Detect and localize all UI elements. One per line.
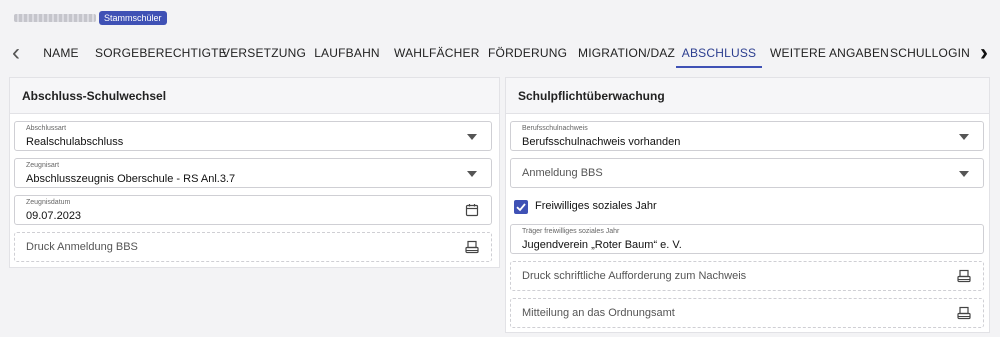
field-label: Berufsschulnachweis [522, 125, 588, 132]
druck-anmeldung-bbs-button[interactable]: Druck Anmeldung BBS [14, 232, 492, 262]
schulpflicht-card: Schulpflichtüberwachung Berufsschulnachw… [505, 77, 990, 333]
tab-abschluss[interactable]: ABSCHLUSS [676, 38, 762, 68]
tab-bar: ‹ NAME SORGEBERECHTIGTE VERSETZUNG LAUFB… [0, 38, 1000, 70]
button-label: Druck Anmeldung BBS [26, 241, 138, 253]
druck-aufforderung-button[interactable]: Druck schriftliche Aufforderung zum Nach… [510, 261, 984, 291]
dropdown-caret-icon[interactable] [959, 134, 969, 140]
fsj-checkbox-label: Freiwilliges soziales Jahr [535, 200, 657, 212]
student-name-redacted [14, 14, 96, 22]
traeger-fsj-input[interactable]: Träger freiwilliges soziales Jahr Jugend… [510, 224, 984, 254]
status-badge: Stammschüler [99, 11, 167, 25]
anmeldung-bbs-select[interactable]: Anmeldung BBS [510, 158, 984, 188]
field-value: Jugendverein „Roter Baum“ e. V. [522, 239, 682, 251]
zeugnisart-select[interactable]: Zeugnisart Abschlusszeugnis Oberschule -… [14, 158, 492, 188]
field-label: Zeugnisdatum [26, 199, 71, 206]
dropdown-caret-icon[interactable] [959, 171, 969, 177]
fsj-checkbox-row[interactable]: Freiwilliges soziales Jahr [514, 199, 814, 217]
abschlussart-select[interactable]: Abschlussart Realschulabschluss [14, 121, 492, 151]
printer-icon [465, 240, 479, 254]
field-value: Abschlusszeugnis Oberschule - RS Anl.3.7 [26, 173, 236, 185]
card-title: Abschluss-Schulwechsel [10, 78, 499, 114]
field-value: 09.07.2023 [26, 210, 82, 222]
student-header: Stammschüler [0, 0, 1000, 38]
zeugnisdatum-input[interactable]: Zeugnisdatum 09.07.2023 [14, 195, 492, 225]
calendar-icon[interactable] [465, 203, 479, 217]
mitteilung-ordnungsamt-button[interactable]: Mitteilung an das Ordnungsamt [510, 298, 984, 328]
card-title: Schulpflichtüberwachung [506, 78, 989, 114]
button-label: Druck schriftliche Aufforderung zum Nach… [522, 270, 747, 282]
chevron-right-icon[interactable]: › [972, 41, 996, 67]
chevron-left-icon[interactable]: ‹ [4, 41, 28, 67]
printer-icon [957, 306, 971, 320]
field-placeholder: Anmeldung BBS [522, 167, 603, 179]
field-label: Abschlussart [26, 125, 67, 132]
tab-wahlfaecher[interactable]: WAHLFÄCHER [394, 38, 479, 68]
field-label: Zeugnisart [26, 162, 60, 169]
berufsschulnachweis-select[interactable]: Berufsschulnachweis Berufsschulnachweis … [510, 121, 984, 151]
field-label: Träger freiwilliges soziales Jahr [522, 228, 620, 235]
tab-migration-daz[interactable]: MIGRATION/DAZ [578, 38, 675, 68]
abschluss-card: Abschluss-Schulwechsel Abschlussart Real… [9, 77, 500, 268]
tab-sorgeberechtigte[interactable]: SORGEBERECHTIGTE [95, 38, 227, 68]
fsj-checkbox[interactable] [514, 200, 528, 214]
button-label: Mitteilung an das Ordnungsamt [522, 307, 675, 319]
tab-weitere-angaben[interactable]: WEITERE ANGABEN [770, 38, 889, 68]
tab-foerderung[interactable]: FÖRDERUNG [488, 38, 567, 68]
dropdown-caret-icon[interactable] [467, 171, 477, 177]
tab-laufbahn[interactable]: LAUFBAHN [314, 38, 380, 68]
field-value: Berufsschulnachweis vorhanden [522, 136, 681, 148]
printer-icon [957, 269, 971, 283]
field-value: Realschulabschluss [26, 136, 124, 148]
tab-name[interactable]: NAME [42, 38, 80, 68]
tab-schullogin[interactable]: SCHULLOGIN [890, 38, 970, 68]
dropdown-caret-icon[interactable] [467, 134, 477, 140]
tab-versetzung[interactable]: VERSETZUNG [222, 38, 306, 68]
checkmark-icon [516, 203, 526, 212]
